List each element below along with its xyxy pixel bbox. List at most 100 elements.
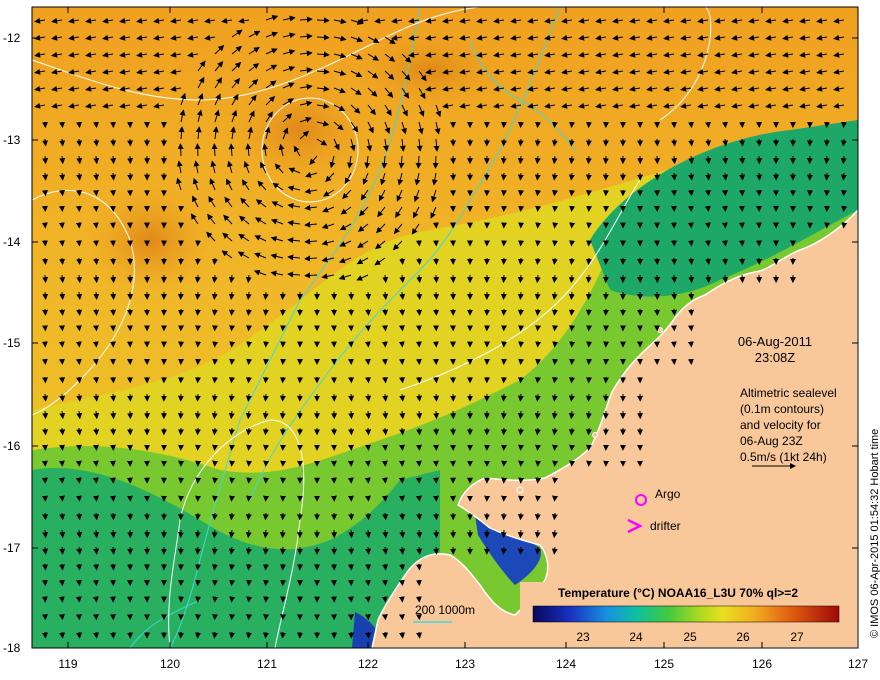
velocity-arrow: [245, 563, 252, 571]
velocity-arrow: [93, 631, 100, 639]
velocity-arrow: [246, 325, 253, 332]
velocity-arrow: [211, 427, 218, 436]
velocity-arrow: [228, 631, 235, 639]
velocity-arrow: [194, 427, 201, 436]
velocity-arrow: [585, 257, 592, 265]
velocity-arrow: [75, 325, 82, 332]
velocity-arrow: [245, 512, 252, 521]
velocity-arrow: [382, 376, 389, 384]
velocity-arrow: [517, 274, 524, 284]
velocity-arrow: [568, 376, 575, 384]
velocity-arrow: [535, 121, 541, 129]
velocity-arrow: [211, 257, 218, 265]
island: [516, 486, 524, 494]
velocity-arrow: [551, 427, 558, 436]
velocity-arrow: [688, 308, 695, 316]
velocity-arrow: [552, 444, 558, 451]
velocity-arrow: [262, 563, 269, 571]
velocity-arrow: [59, 631, 66, 639]
velocity-arrow: [93, 172, 100, 181]
velocity-arrow: [722, 121, 728, 129]
velocity-arrow: [93, 563, 100, 571]
velocity-arrow: [263, 444, 269, 451]
velocity-arrow: [382, 631, 389, 639]
velocity-arrow: [75, 495, 82, 502]
lon-tick-label: 123: [455, 657, 475, 671]
velocity-arrow: [93, 274, 100, 284]
velocity-arrow: [76, 512, 83, 521]
velocity-arrow: [551, 308, 558, 316]
velocity-arrow: [59, 257, 66, 265]
observation-time: 23:08Z: [755, 350, 796, 365]
velocity-arrow: [671, 257, 678, 265]
velocity-arrow: [365, 512, 372, 521]
lat-tick-label: -15: [3, 336, 21, 350]
velocity-arrow: [433, 393, 440, 402]
velocity-arrow: [551, 138, 558, 147]
description-line: 06-Aug 23Z: [740, 434, 803, 448]
velocity-arrow: [552, 495, 559, 502]
description-line: and velocity for: [740, 418, 821, 432]
velocity-arrow: [534, 308, 541, 316]
velocity-arrow: [228, 512, 235, 521]
velocity-arrow: [535, 444, 541, 451]
velocity-arrow: [262, 529, 269, 539]
velocity-arrow: [705, 172, 712, 181]
velocity-arrow: [840, 138, 847, 147]
velocity-arrow: [722, 138, 729, 147]
velocity-arrow: [262, 410, 269, 420]
velocity-arrow: [585, 427, 592, 436]
velocity-arrow: [551, 172, 558, 181]
velocity-arrow: [76, 189, 83, 197]
velocity-arrow: [76, 257, 83, 265]
lon-tick-label: 125: [654, 657, 674, 671]
velocity-arrow: [568, 410, 575, 420]
velocity-arrow: [517, 138, 524, 147]
velocity-arrow: [42, 393, 49, 402]
velocity-arrow: [59, 172, 66, 181]
description-line: (0.1m contours): [740, 402, 824, 416]
velocity-arrow: [194, 546, 201, 555]
velocity-arrow: [721, 240, 728, 247]
velocity-arrow: [245, 308, 252, 316]
velocity-arrow: [348, 529, 355, 539]
colorbar-title: Temperature (°C) NOAA16_L3U 70% ql>=2: [558, 586, 798, 600]
velocity-arrow: [569, 121, 575, 129]
velocity-arrow: [500, 172, 507, 181]
velocity-arrow: [585, 274, 592, 284]
velocity-arrow: [245, 546, 252, 555]
velocity-arrow: [110, 274, 117, 284]
velocity-arrow: [110, 427, 117, 436]
velocity-arrow: [518, 121, 524, 129]
velocity-arrow: [93, 257, 100, 265]
velocity-arrow: [585, 155, 592, 165]
velocity-arrow: [433, 291, 440, 300]
velocity-arrow: [568, 138, 575, 147]
velocity-arrow: [534, 172, 541, 181]
velocity-arrow: [840, 172, 847, 181]
velocity-arrow: [110, 308, 117, 316]
velocity-arrow: [59, 274, 66, 284]
velocity-arrow: [671, 189, 678, 197]
velocity-arrow: [211, 410, 218, 420]
velocity-arrow: [722, 257, 729, 265]
velocity-arrow: [382, 308, 389, 316]
velocity-arrow: [110, 546, 117, 555]
velocity-arrow: [229, 444, 235, 451]
velocity-arrow: [840, 189, 847, 197]
velocity-arrow: [399, 631, 406, 639]
velocity-arrow: [211, 393, 218, 402]
velocity-arrow: [211, 631, 218, 639]
velocity-arrow: [671, 138, 678, 147]
argo-label: Argo: [655, 487, 681, 501]
velocity-arrow: [739, 155, 746, 165]
lat-tick-label: -17: [3, 541, 21, 555]
velocity-arrow: [534, 257, 541, 265]
velocity-arrow: [568, 257, 575, 265]
credit-text: © IMOS 06-Apr-2015 01:54:32 Hobart time: [869, 429, 880, 638]
velocity-arrow: [534, 393, 541, 402]
lon-tick-label: 124: [556, 657, 576, 671]
velocity-arrow: [671, 308, 678, 316]
velocity-arrow: [568, 291, 575, 300]
velocity-arrow: [229, 325, 236, 332]
